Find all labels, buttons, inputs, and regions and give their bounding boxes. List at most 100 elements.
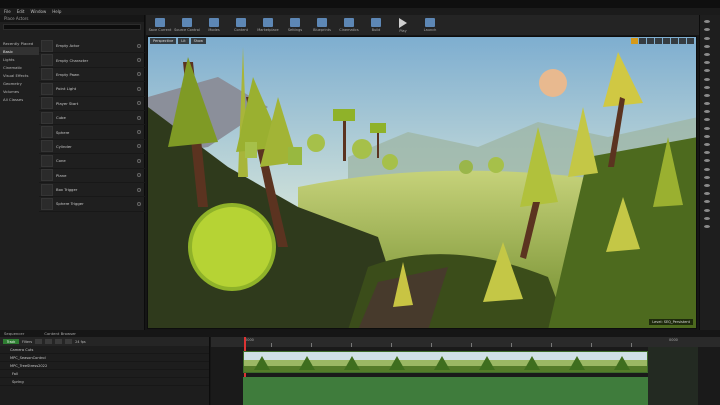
category-visual-effects[interactable]: Visual Effects (0, 71, 39, 79)
category-recently-placed[interactable]: Recently Placed (0, 39, 39, 47)
list-item[interactable]: Box Trigger (39, 183, 145, 198)
visibility-eye-icon[interactable] (704, 118, 710, 122)
build-button[interactable]: Build (364, 18, 388, 32)
visibility-eye-icon[interactable] (704, 36, 710, 40)
camera-cut-thumbnails[interactable] (243, 351, 648, 373)
search-input[interactable] (3, 24, 141, 30)
translate-icon[interactable] (639, 38, 646, 44)
visibility-eye-icon[interactable] (704, 44, 710, 48)
time-ruler[interactable]: 0000 0000 (211, 337, 720, 405)
visibility-eye-icon[interactable] (704, 134, 710, 138)
visibility-eye-icon[interactable] (704, 69, 710, 73)
list-item[interactable]: Player Start (39, 97, 145, 111)
menu-file[interactable]: File (4, 9, 11, 14)
list-item[interactable]: Cylinder (39, 140, 145, 155)
menu-window[interactable]: Window (30, 9, 46, 14)
info-icon[interactable] (137, 58, 141, 63)
source-control-button[interactable]: Source Control (174, 18, 200, 32)
modes-button[interactable]: Modes (202, 18, 226, 32)
rotation-snap-icon[interactable] (671, 38, 678, 44)
lit-button[interactable]: Lit (178, 38, 189, 44)
visibility-eye-icon[interactable] (704, 126, 710, 130)
category-all-classes[interactable]: All Classes (0, 95, 39, 103)
visibility-eye-icon[interactable] (704, 52, 710, 56)
list-item[interactable]: Point Light (39, 82, 145, 97)
blueprints-button[interactable]: Blueprints (310, 18, 334, 32)
info-icon[interactable] (137, 101, 141, 106)
visibility-eye-icon[interactable] (704, 143, 710, 146)
level-viewport[interactable]: Perspective Lit Show Level: SEQ_Persiste… (147, 36, 697, 329)
category-basic[interactable]: Basic (0, 47, 39, 55)
list-item[interactable]: Sphere (39, 125, 145, 140)
visibility-eye-icon[interactable] (704, 183, 710, 187)
info-icon[interactable] (137, 43, 141, 48)
show-button[interactable]: Show (190, 38, 207, 44)
marketplace-button[interactable]: Marketplace (256, 18, 280, 32)
list-item[interactable]: Sphere Trigger (39, 197, 145, 212)
sequencer-timeline[interactable]: 0000 0000 (211, 337, 720, 405)
visibility-eye-icon[interactable] (704, 208, 710, 212)
visibility-eye-icon[interactable] (704, 28, 710, 32)
info-icon[interactable] (137, 86, 141, 91)
launch-button[interactable]: Launch (418, 18, 442, 32)
list-item[interactable]: Cube (39, 111, 145, 126)
maximize-icon[interactable] (687, 38, 694, 44)
category-cinematic[interactable]: Cinematic (0, 63, 39, 71)
add-track-button[interactable]: Track (3, 339, 19, 344)
info-icon[interactable] (137, 115, 141, 120)
save-current-button[interactable]: Save Current (148, 18, 172, 32)
info-icon[interactable] (137, 144, 141, 149)
visibility-eye-icon[interactable] (704, 102, 710, 106)
tab-content-browser[interactable]: Content Browser (44, 331, 76, 336)
place-actors-tab[interactable]: Place Actors (0, 15, 144, 22)
track-spring[interactable]: Spring (0, 378, 209, 386)
fps-selector[interactable]: 24 fps (75, 340, 86, 344)
visibility-eye-icon[interactable] (704, 93, 710, 97)
visibility-eye-icon[interactable] (704, 110, 710, 114)
info-icon[interactable] (137, 72, 141, 77)
info-icon[interactable] (137, 158, 141, 163)
settings-button[interactable]: Settings (283, 18, 307, 32)
visibility-eye-icon[interactable] (704, 175, 710, 179)
track-camera-cuts[interactable]: Camera Cuts (0, 346, 209, 354)
filters-button[interactable]: Filters (22, 340, 32, 344)
list-item[interactable]: Empty Actor (39, 39, 145, 54)
rotate-icon[interactable] (647, 38, 654, 44)
camera-speed-icon[interactable] (679, 38, 686, 44)
grid-snap-icon[interactable] (663, 38, 670, 44)
key-icon[interactable] (45, 339, 53, 344)
visibility-eye-icon[interactable] (704, 216, 710, 220)
visibility-eye-icon[interactable] (704, 20, 710, 24)
info-icon[interactable] (137, 187, 141, 192)
visibility-eye-icon[interactable] (704, 224, 710, 228)
track-mpc-season-control[interactable]: MPC_SeasonControl (0, 354, 209, 362)
list-item[interactable]: Empty Character (39, 53, 145, 68)
tab-sequencer[interactable]: Sequencer (4, 331, 24, 336)
visibility-eye-icon[interactable] (704, 61, 710, 65)
visibility-eye-icon[interactable] (704, 192, 710, 196)
info-icon[interactable] (137, 173, 141, 178)
list-item[interactable]: Cone (39, 154, 145, 169)
play-button[interactable]: Play (391, 17, 415, 33)
visibility-eye-icon[interactable] (704, 167, 710, 171)
search-icon[interactable] (35, 339, 43, 344)
visibility-eye-icon[interactable] (704, 77, 710, 81)
list-item[interactable]: Plane (39, 169, 145, 183)
render-icon[interactable] (65, 339, 73, 344)
scale-icon[interactable] (655, 38, 662, 44)
category-geometry[interactable]: Geometry (0, 79, 39, 87)
category-lights[interactable]: Lights (0, 55, 39, 63)
menu-edit[interactable]: Edit (17, 9, 25, 14)
snap-icon[interactable] (55, 339, 63, 344)
visibility-eye-icon[interactable] (704, 85, 710, 89)
track-mpc-tree-stress[interactable]: MPC_TreeStress2022 (0, 362, 209, 370)
info-icon[interactable] (137, 130, 141, 135)
menu-help[interactable]: Help (52, 9, 61, 14)
track-fall[interactable]: Fall (0, 370, 209, 378)
content-button[interactable]: Content (229, 18, 253, 32)
list-item[interactable]: Empty Pawn (39, 68, 145, 83)
visibility-eye-icon[interactable] (704, 151, 710, 155)
cinematics-button[interactable]: Cinematics (337, 18, 361, 32)
visibility-eye-icon[interactable] (704, 200, 710, 204)
perspective-button[interactable]: Perspective (150, 38, 177, 44)
